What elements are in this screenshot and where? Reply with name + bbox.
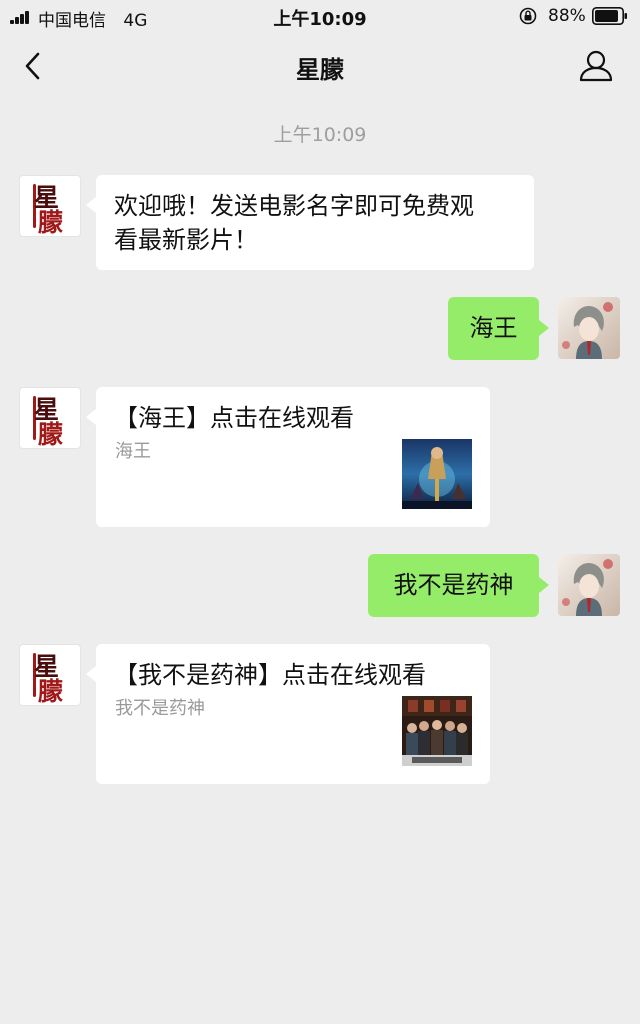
- status-time: 上午10:09: [273, 9, 367, 30]
- bot-avatar[interactable]: 星 朦: [19, 175, 81, 237]
- avatar-logo-text: 朦: [38, 420, 64, 449]
- anime-portrait-icon: [562, 559, 613, 616]
- bot-avatar[interactable]: 星 朦: [19, 387, 81, 449]
- card-description: 海王: [115, 441, 151, 462]
- user-avatar[interactable]: [558, 554, 620, 616]
- user-avatar[interactable]: [558, 297, 620, 359]
- status-bar: 中国电信 4G 上午10:09 88%: [0, 0, 640, 34]
- battery-percent: 88%: [548, 6, 586, 26]
- chat-info-button[interactable]: [576, 46, 616, 86]
- card-title: 【海王】点击在线观看: [114, 404, 354, 432]
- message-text: 海王: [469, 314, 518, 342]
- movie-link-card[interactable]: 【海王】点击在线观看 海王: [86, 387, 490, 527]
- outgoing-message[interactable]: 海王: [448, 297, 549, 360]
- avatar-logo-text: 朦: [38, 677, 64, 706]
- message-text-line: 欢迎哦！发送电影名字即可免费观: [114, 192, 474, 220]
- bot-avatar[interactable]: 星 朦: [19, 644, 81, 706]
- outgoing-message[interactable]: 我不是药神: [368, 554, 549, 617]
- chat-timestamp: 上午10:09: [273, 124, 367, 146]
- battery-icon: [592, 7, 627, 25]
- movie-poster-thumbnail: [402, 439, 472, 509]
- avatar-logo-text: 朦: [38, 208, 64, 237]
- person-icon: [579, 50, 613, 82]
- nav-bar: 星朦: [0, 34, 640, 98]
- anime-portrait-icon: [562, 302, 613, 359]
- message-text: 我不是药神: [393, 571, 514, 599]
- chat-title: 星朦: [296, 56, 344, 84]
- incoming-message[interactable]: 欢迎哦！发送电影名字即可免费观 看最新影片！: [86, 175, 534, 270]
- card-description: 我不是药神: [115, 698, 205, 719]
- orientation-lock-icon: [519, 7, 537, 25]
- message-text-line: 看最新影片！: [114, 226, 258, 254]
- card-title: 【我不是药神】点击在线观看: [114, 661, 426, 689]
- movie-poster-thumbnail: [402, 696, 472, 766]
- movie-link-card[interactable]: 【我不是药神】点击在线观看 我不是药神: [86, 644, 490, 784]
